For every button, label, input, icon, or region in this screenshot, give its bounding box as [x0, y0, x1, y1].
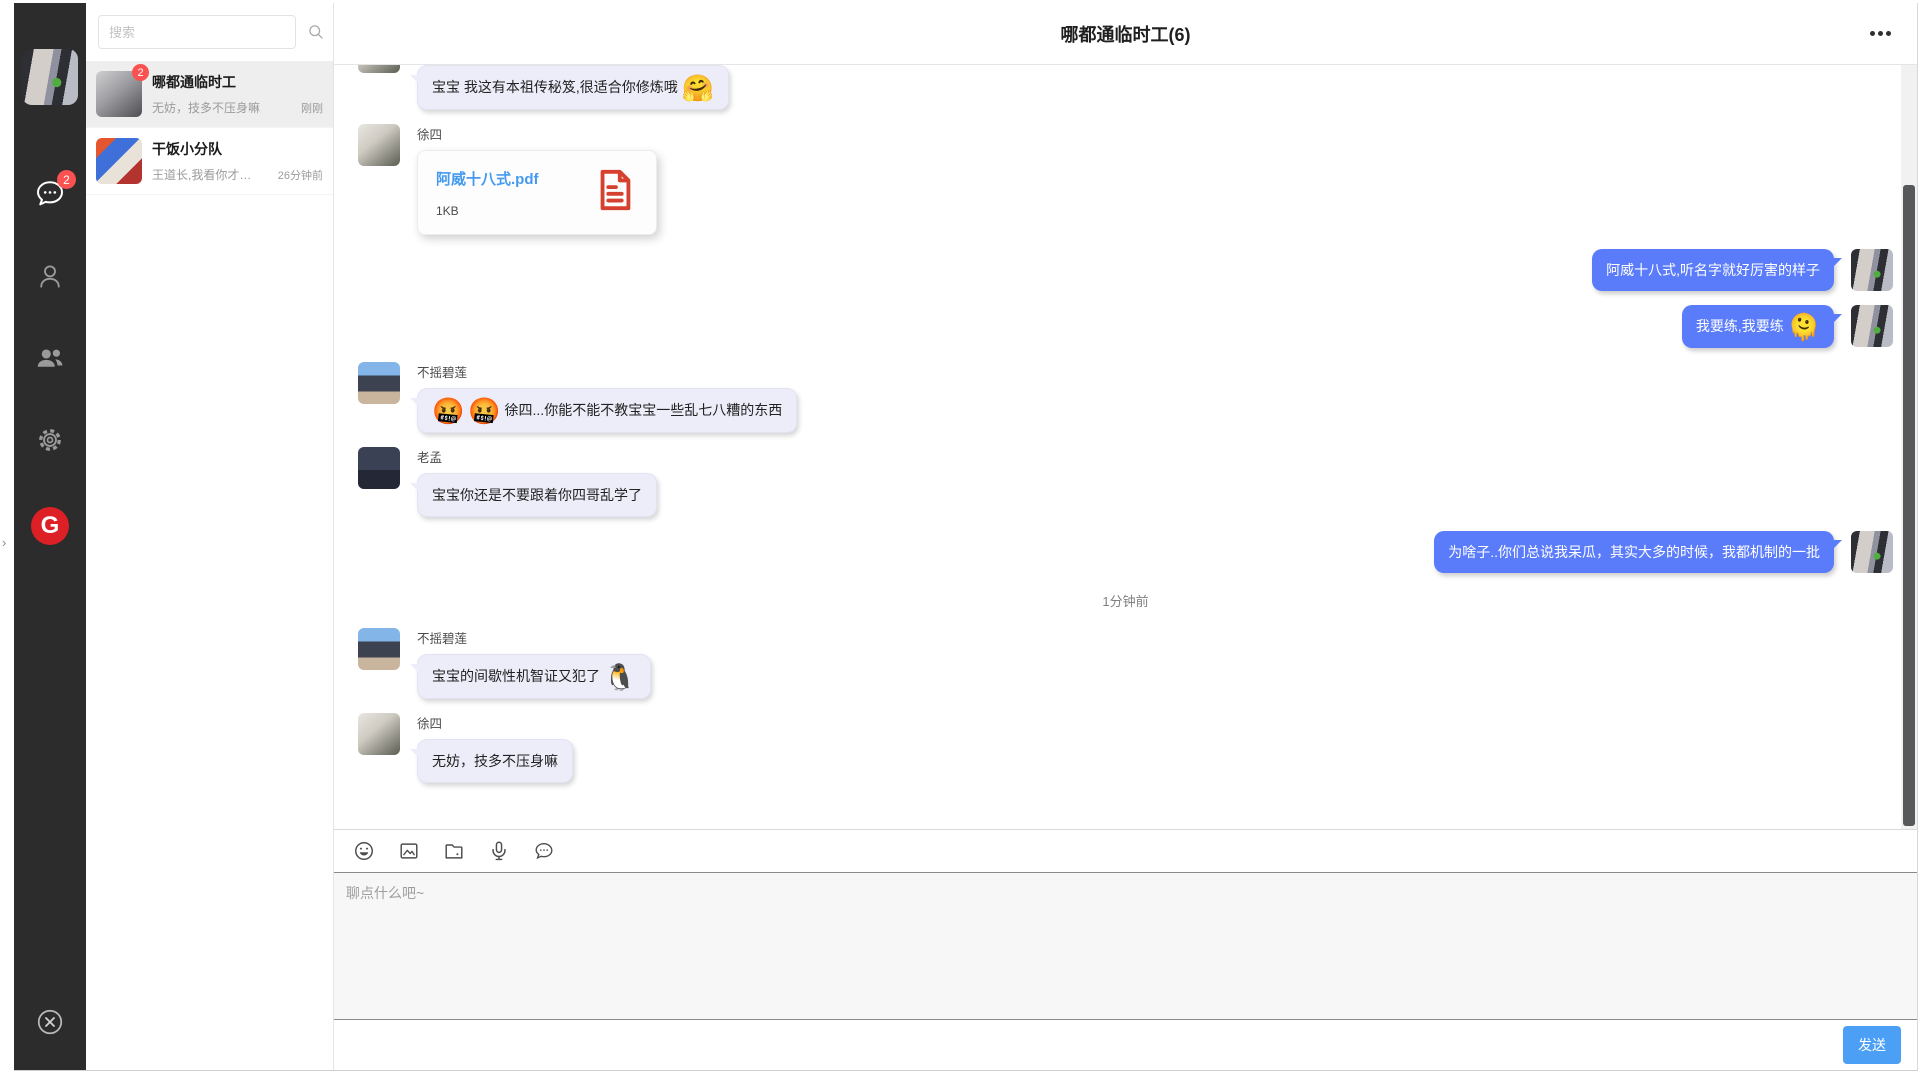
message-bubble: 宝宝 我这有本祖传秘笈,很适合你修炼哦 🤗 — [417, 65, 729, 110]
conversation-info: 哪都通临时工无妨，技多不压身嘛刚刚 — [152, 72, 323, 116]
image-icon[interactable] — [398, 840, 420, 862]
message-input[interactable] — [334, 873, 1917, 1019]
search-input[interactable] — [98, 15, 296, 49]
sender-name: 徐四 — [417, 124, 442, 143]
message-bubble: 宝宝的间歇性机智证又犯了 🐧 — [417, 654, 651, 699]
message-row: 为啥子..你们总说我呆瓜，其实大多的时候，我都机制的一批 — [358, 531, 1893, 573]
emoji-icon[interactable] — [353, 840, 375, 862]
file-size: 1KB — [436, 204, 539, 218]
file-name[interactable]: 阿威十八式.pdf — [436, 168, 539, 189]
composer-footer: 发送 — [334, 1020, 1917, 1070]
unread-badge: 2 — [57, 170, 76, 189]
message-row: 我要练,我要练 🫠 — [358, 305, 1893, 348]
messages-scrollbar[interactable] — [1901, 65, 1917, 829]
message-avatar[interactable] — [358, 124, 400, 166]
history-icon[interactable] — [533, 840, 555, 862]
message-avatar[interactable] — [358, 362, 400, 404]
chat-header: 哪都通临时工(6) — [334, 3, 1917, 65]
message-row: 阿威十八式,听名字就好厉害的样子 — [358, 249, 1893, 291]
conversation-item[interactable]: 2哪都通临时工无妨，技多不压身嘛刚刚 — [86, 61, 333, 128]
conversation-panel: 2哪都通临时工无妨，技多不压身嘛刚刚干饭小分队王道长,我看你才…26分钟前 — [86, 3, 334, 1070]
message-row: 徐四阿威十八式.pdf 1KB — [358, 124, 1893, 235]
conversation-time: 刚刚 — [301, 100, 323, 116]
emoji: 🤬 — [468, 396, 500, 426]
message-row: 宝宝 我这有本祖传秘笈,很适合你修炼哦 🤗 — [358, 65, 1893, 110]
message-bubble: 无妨，技多不压身嘛 — [417, 739, 573, 783]
send-button[interactable]: 发送 — [1843, 1026, 1901, 1064]
emoji: 🫠 — [1788, 312, 1820, 342]
message-list: 宝宝 我这有本祖传秘笈,很适合你修炼哦 🤗徐四阿威十八式.pdf1KB阿威十八式… — [358, 65, 1893, 783]
sender-name: 徐四 — [417, 713, 442, 732]
message-bubble: 为啥子..你们总说我呆瓜，其实大多的时候，我都机制的一批 — [1434, 531, 1834, 573]
time-divider: 1分钟前 — [1102, 591, 1148, 610]
message-avatar[interactable] — [1851, 249, 1893, 291]
message-row: 徐四无妨，技多不压身嘛 — [358, 713, 1893, 783]
message-bubble: 宝宝你还是不要跟着你四哥乱学了 — [417, 473, 657, 517]
close-circle-icon — [35, 1024, 65, 1041]
message-bubble: 阿威十八式,听名字就好厉害的样子 — [1592, 249, 1834, 291]
message-avatar[interactable] — [358, 65, 400, 73]
nav-groups[interactable] — [32, 343, 68, 377]
collapse-arrow[interactable]: › — [2, 535, 6, 550]
search-row — [86, 3, 333, 61]
emoji: 🐧 — [604, 662, 636, 692]
more-menu-icon[interactable] — [1870, 31, 1891, 36]
nav-settings[interactable] — [32, 425, 68, 459]
user-avatar[interactable] — [22, 49, 78, 105]
message-avatar[interactable] — [358, 628, 400, 670]
message-row: 1分钟前 — [358, 591, 1893, 610]
message-area: 宝宝 我这有本祖传秘笈,很适合你修炼哦 🤗徐四阿威十八式.pdf1KB阿威十八式… — [334, 65, 1917, 829]
chat-panel: 哪都通临时工(6) 宝宝 我这有本祖传秘笈,很适合你修炼哦 🤗徐四阿威十八式.p… — [334, 3, 1917, 1070]
gear-icon — [35, 425, 65, 460]
message-avatar[interactable] — [1851, 305, 1893, 347]
close-button[interactable] — [35, 1007, 65, 1042]
conversation-last-message: 王道长,我看你才… — [152, 166, 272, 183]
scrollbar-thumb[interactable] — [1903, 185, 1915, 826]
composer-toolbar — [334, 830, 1917, 872]
file-attachment-card[interactable]: 阿威十八式.pdf 1KB — [417, 150, 657, 235]
conversation-last-message: 无妨，技多不压身嘛 — [152, 99, 295, 116]
message-row: 不摇碧莲宝宝的间歇性机智证又犯了 🐧 — [358, 628, 1893, 699]
person-icon — [35, 261, 65, 296]
app-window: › 2 G — [14, 3, 1918, 1071]
conversation-title: 干饭小分队 — [152, 139, 323, 159]
sender-name: 不摇碧莲 — [417, 362, 467, 381]
conversation-avatar — [96, 138, 142, 184]
sender-name: 不摇碧莲 — [417, 628, 467, 647]
message-avatar[interactable] — [358, 713, 400, 755]
sender-name: 老孟 — [417, 447, 442, 466]
search-icon[interactable] — [304, 20, 328, 44]
folder-icon[interactable] — [443, 840, 465, 862]
conversation-avatar: 2 — [96, 71, 142, 117]
conversation-info: 干饭小分队王道长,我看你才… 26分钟前 — [152, 139, 323, 183]
pdf-file-icon — [592, 167, 638, 218]
editor-area — [334, 872, 1917, 1020]
chat-title: 哪都通临时工(6) — [1061, 21, 1191, 47]
mic-icon[interactable] — [488, 840, 510, 862]
nav-contacts[interactable] — [32, 261, 68, 295]
message-bubble: 🤬 🤬 徐四...你能不能不教宝宝一些乱七八糟的东西 — [417, 388, 797, 433]
conversation-list: 2哪都通临时工无妨，技多不压身嘛刚刚干饭小分队王道长,我看你才…26分钟前 — [86, 61, 333, 195]
conversation-item[interactable]: 干饭小分队王道长,我看你才… 26分钟前 — [86, 128, 333, 195]
unread-badge: 2 — [132, 64, 149, 81]
nav-rail: 2 G — [14, 3, 86, 1070]
group-icon — [34, 342, 66, 379]
message-row: 不摇碧莲 🤬 🤬 徐四...你能不能不教宝宝一些乱七八糟的东西 — [358, 362, 1893, 433]
message-bubble: 我要练,我要练 🫠 — [1682, 305, 1834, 348]
message-avatar[interactable] — [358, 447, 400, 489]
emoji: 🤬 — [432, 396, 464, 426]
conversation-time: 26分钟前 — [278, 167, 323, 183]
app-logo[interactable]: G — [31, 507, 69, 545]
conversation-title: 哪都通临时工 — [152, 72, 323, 92]
nav-chats[interactable]: 2 — [32, 179, 68, 213]
message-avatar[interactable] — [1851, 531, 1893, 573]
emoji: 🤗 — [682, 73, 714, 103]
message-row: 老孟宝宝你还是不要跟着你四哥乱学了 — [358, 447, 1893, 517]
composer: 发送 — [334, 829, 1917, 1070]
